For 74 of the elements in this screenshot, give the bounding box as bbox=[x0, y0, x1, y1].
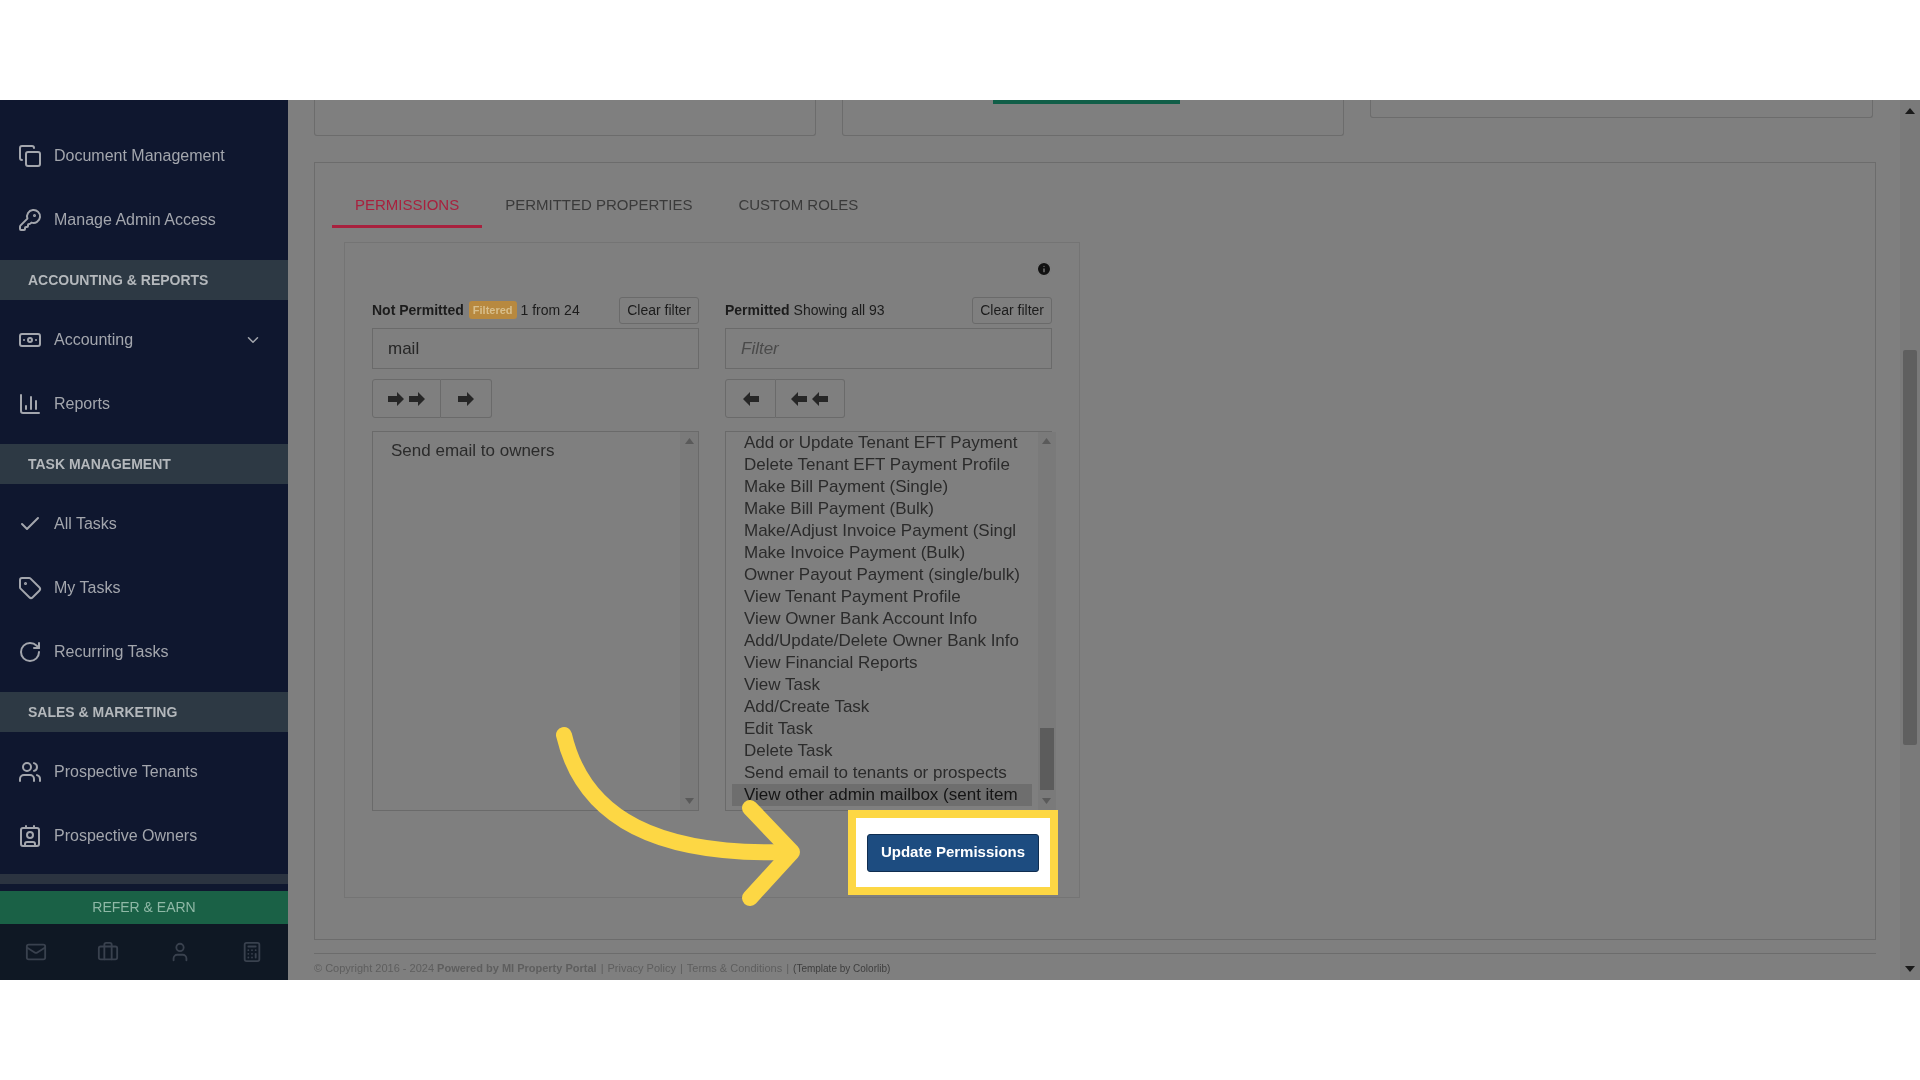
remove-selected-button[interactable] bbox=[725, 379, 776, 418]
separator: | bbox=[679, 961, 683, 976]
column-title: Not Permitted bbox=[372, 300, 464, 320]
clear-filter-button[interactable]: Clear filter bbox=[619, 296, 699, 324]
list-option[interactable]: Make Bill Payment (Single) bbox=[732, 476, 1032, 498]
list-option[interactable]: View Financial Reports bbox=[732, 652, 1032, 674]
remove-all-button[interactable] bbox=[776, 379, 845, 418]
calculator-icon[interactable] bbox=[241, 941, 263, 963]
clear-filter-button[interactable]: Clear filter bbox=[972, 296, 1052, 324]
page-scrollbar[interactable] bbox=[1900, 100, 1920, 980]
list-option[interactable]: Delete Task bbox=[732, 740, 1032, 762]
list-option[interactable]: Send email to tenants or prospects bbox=[732, 762, 1032, 784]
tab[interactable]: CUSTOM ROLES bbox=[715, 185, 882, 228]
sidebar-item[interactable]: Accounting bbox=[0, 308, 288, 372]
list-option[interactable]: View Tenant Payment Profile bbox=[732, 586, 1032, 608]
list-option[interactable]: Send email to owners bbox=[379, 440, 674, 462]
template-credit: (Template by Colorlib) bbox=[793, 961, 891, 976]
sidebar-item[interactable]: Document Management bbox=[0, 124, 288, 188]
key-icon bbox=[18, 208, 42, 232]
scroll-down-icon bbox=[1905, 966, 1915, 972]
scroll-up-icon bbox=[684, 438, 694, 444]
separator: | bbox=[786, 961, 790, 976]
list-option[interactable]: Make Bill Payment (Bulk) bbox=[732, 498, 1032, 520]
section-header: SALES & MARKETING bbox=[28, 702, 178, 722]
documents-icon bbox=[18, 144, 42, 168]
scroll-down-icon bbox=[1042, 798, 1052, 804]
contact-card-icon bbox=[18, 824, 42, 848]
list-option[interactable]: Edit Task bbox=[732, 718, 1032, 740]
status-badge: Filtered bbox=[468, 300, 517, 320]
list-option[interactable]: Add/Update/Delete Owner Bank Info bbox=[732, 630, 1032, 652]
sidebar-item[interactable]: Reports bbox=[0, 372, 288, 436]
sidebar-item[interactable]: Recurring Tasks bbox=[0, 620, 288, 684]
list-option[interactable]: Make Invoice Payment (Bulk) bbox=[732, 542, 1032, 564]
move-selected-button[interactable] bbox=[441, 379, 492, 418]
arrow-right-icon bbox=[457, 390, 475, 407]
list-option[interactable]: View other admin mailbox (sent item bbox=[732, 784, 1032, 806]
sidebar-item[interactable]: My Tasks bbox=[0, 556, 288, 620]
column-title: Permitted bbox=[725, 300, 790, 320]
info-icon[interactable] bbox=[1036, 261, 1052, 277]
mail-icon[interactable] bbox=[25, 941, 47, 963]
double-arrow-left-icon bbox=[791, 390, 829, 407]
double-arrow-right-icon bbox=[387, 390, 426, 407]
sidebar-item[interactable]: All Tasks bbox=[0, 492, 288, 556]
scroll-up-icon bbox=[1042, 438, 1052, 444]
update-permissions-button[interactable]: Update Permissions bbox=[866, 833, 1040, 872]
tag-icon bbox=[18, 576, 42, 600]
bar-chart-icon bbox=[18, 392, 42, 416]
refresh-icon bbox=[18, 640, 42, 664]
tab[interactable]: PERMITTED PROPERTIES bbox=[482, 185, 716, 228]
sidebar-item[interactable]: Prospective Owners bbox=[0, 804, 288, 868]
item-count: Showing all 93 bbox=[793, 300, 885, 320]
list-option[interactable]: View Owner Bank Account Info bbox=[732, 608, 1032, 630]
list-option[interactable]: Add/Create Task bbox=[732, 696, 1032, 718]
move-all-button[interactable] bbox=[372, 379, 441, 418]
section-header: ACCOUNTING & REPORTS bbox=[28, 270, 209, 290]
list-option[interactable]: Make/Adjust Invoice Payment (Singl bbox=[732, 520, 1032, 542]
scroll-thumb[interactable] bbox=[1903, 350, 1917, 745]
briefcase-icon[interactable] bbox=[97, 941, 119, 963]
sidebar-item[interactable]: Prospective Tenants bbox=[0, 740, 288, 804]
filter-field[interactable]: mail bbox=[372, 328, 699, 369]
list-option[interactable]: Add or Update Tenant EFT Payment bbox=[732, 432, 1032, 454]
scroll-down-icon bbox=[684, 798, 694, 804]
list-option[interactable]: Owner Payout Payment (single/bulk) bbox=[732, 564, 1032, 586]
users-icon bbox=[18, 760, 42, 784]
separator: | bbox=[600, 961, 604, 976]
item-count: 1 from 24 bbox=[520, 300, 580, 320]
list-option[interactable]: Delete Tenant EFT Payment Profile bbox=[732, 454, 1032, 476]
arrow-left-icon bbox=[741, 390, 760, 407]
sidebar-item[interactable]: Manage Admin Access bbox=[0, 188, 288, 252]
list-option[interactable]: View Task bbox=[732, 674, 1032, 696]
scroll-thumb[interactable] bbox=[1039, 728, 1054, 790]
refer-button[interactable]: REFER & EARN bbox=[0, 891, 288, 924]
section-header: TASK MANAGEMENT bbox=[28, 454, 171, 474]
scroll-up-icon bbox=[1905, 108, 1915, 114]
